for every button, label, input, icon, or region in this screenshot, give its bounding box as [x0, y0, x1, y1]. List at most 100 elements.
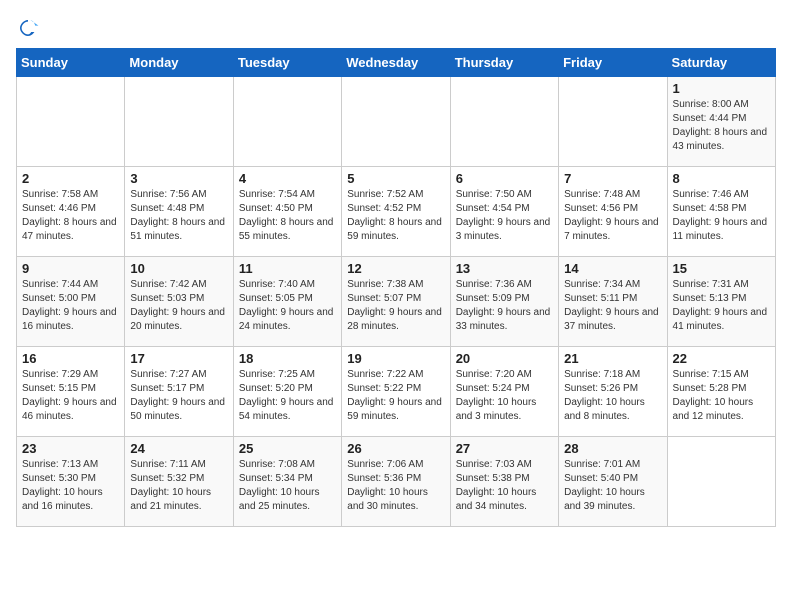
- day-number: 24: [130, 441, 227, 456]
- day-number: 9: [22, 261, 119, 276]
- week-row-4: 16 Sunrise: 7:29 AM Sunset: 5:15 PM Dayli…: [17, 347, 776, 437]
- day-info: Sunrise: 7:15 AM Sunset: 5:28 PM Dayligh…: [673, 368, 770, 424]
- day-number: 1: [673, 81, 770, 96]
- day-number: 17: [130, 351, 227, 366]
- logo-icon: [16, 16, 40, 40]
- day-info: Sunrise: 8:00 AM Sunset: 4:44 PM Dayligh…: [673, 98, 770, 154]
- week-row-5: 23 Sunrise: 7:13 AM Sunset: 5:30 PM Dayli…: [17, 437, 776, 527]
- day-info: Sunrise: 7:11 AM Sunset: 5:32 PM Dayligh…: [130, 458, 227, 514]
- day-cell: [450, 77, 558, 167]
- day-number: 4: [239, 171, 336, 186]
- day-cell: [125, 77, 233, 167]
- header-tuesday: Tuesday: [233, 49, 341, 77]
- day-cell: 27 Sunrise: 7:03 AM Sunset: 5:38 PM Dayli…: [450, 437, 558, 527]
- day-info: Sunrise: 7:56 AM Sunset: 4:48 PM Dayligh…: [130, 188, 227, 244]
- week-row-2: 2 Sunrise: 7:58 AM Sunset: 4:46 PM Daylig…: [17, 167, 776, 257]
- day-cell: 13 Sunrise: 7:36 AM Sunset: 5:09 PM Dayli…: [450, 257, 558, 347]
- day-cell: 21Sunrise: 7:18 AM Sunset: 5:26 PM Dayli…: [559, 347, 667, 437]
- day-number: 20: [456, 351, 553, 366]
- day-info: Sunrise: 7:46 AM Sunset: 4:58 PM Dayligh…: [673, 188, 770, 244]
- day-info: Sunrise: 7:31 AM Sunset: 5:13 PM Dayligh…: [673, 278, 770, 334]
- page-header: [16, 16, 776, 40]
- day-cell: 12Sunrise: 7:38 AM Sunset: 5:07 PM Dayli…: [342, 257, 450, 347]
- header-thursday: Thursday: [450, 49, 558, 77]
- day-info: Sunrise: 7:34 AM Sunset: 5:11 PM Dayligh…: [564, 278, 661, 334]
- header-saturday: Saturday: [667, 49, 775, 77]
- day-number: 28: [564, 441, 661, 456]
- day-info: Sunrise: 7:50 AM Sunset: 4:54 PM Dayligh…: [456, 188, 553, 244]
- day-info: Sunrise: 7:06 AM Sunset: 5:36 PM Dayligh…: [347, 458, 444, 514]
- week-row-1: 1 Sunrise: 8:00 AM Sunset: 4:44 PM Daylig…: [17, 77, 776, 167]
- day-cell: 5 Sunrise: 7:52 AM Sunset: 4:52 PM Daylig…: [342, 167, 450, 257]
- day-cell: 23 Sunrise: 7:13 AM Sunset: 5:30 PM Dayli…: [17, 437, 125, 527]
- calendar-table: SundayMondayTuesdayWednesdayThursdayFrid…: [16, 48, 776, 527]
- header-monday: Monday: [125, 49, 233, 77]
- day-cell: 14 Sunrise: 7:34 AM Sunset: 5:11 PM Dayli…: [559, 257, 667, 347]
- day-info: Sunrise: 7:22 AM Sunset: 5:22 PM Dayligh…: [347, 368, 444, 424]
- day-cell: 20 Sunrise: 7:20 AM Sunset: 5:24 PM Dayli…: [450, 347, 558, 437]
- day-number: 25: [239, 441, 336, 456]
- day-cell: 4 Sunrise: 7:54 AM Sunset: 4:50 PM Daylig…: [233, 167, 341, 257]
- header-wednesday: Wednesday: [342, 49, 450, 77]
- day-cell: 11Sunrise: 7:40 AM Sunset: 5:05 PM Dayli…: [233, 257, 341, 347]
- day-cell: 24 Sunrise: 7:11 AM Sunset: 5:32 PM Dayli…: [125, 437, 233, 527]
- day-cell: [233, 77, 341, 167]
- day-info: Sunrise: 7:42 AM Sunset: 5:03 PM Dayligh…: [130, 278, 227, 334]
- day-cell: 17 Sunrise: 7:27 AM Sunset: 5:17 PM Dayli…: [125, 347, 233, 437]
- day-cell: [17, 77, 125, 167]
- day-info: Sunrise: 7:54 AM Sunset: 4:50 PM Dayligh…: [239, 188, 336, 244]
- day-cell: 2 Sunrise: 7:58 AM Sunset: 4:46 PM Daylig…: [17, 167, 125, 257]
- logo: [16, 16, 44, 40]
- day-info: Sunrise: 7:52 AM Sunset: 4:52 PM Dayligh…: [347, 188, 444, 244]
- header-sunday: Sunday: [17, 49, 125, 77]
- header-row: SundayMondayTuesdayWednesdayThursdayFrid…: [17, 49, 776, 77]
- day-info: Sunrise: 7:48 AM Sunset: 4:56 PM Dayligh…: [564, 188, 661, 244]
- day-number: 26: [347, 441, 444, 456]
- day-number: 3: [130, 171, 227, 186]
- day-info: Sunrise: 7:01 AM Sunset: 5:40 PM Dayligh…: [564, 458, 661, 514]
- day-cell: 9 Sunrise: 7:44 AM Sunset: 5:00 PM Daylig…: [17, 257, 125, 347]
- day-number: 12: [347, 261, 444, 276]
- day-number: 11: [239, 261, 336, 276]
- day-cell: [559, 77, 667, 167]
- day-info: Sunrise: 7:18 AM Sunset: 5:26 PM Dayligh…: [564, 368, 661, 424]
- day-number: 22: [673, 351, 770, 366]
- day-cell: 22 Sunrise: 7:15 AM Sunset: 5:28 PM Dayli…: [667, 347, 775, 437]
- week-row-3: 9 Sunrise: 7:44 AM Sunset: 5:00 PM Daylig…: [17, 257, 776, 347]
- day-cell: 10 Sunrise: 7:42 AM Sunset: 5:03 PM Dayli…: [125, 257, 233, 347]
- day-info: Sunrise: 7:29 AM Sunset: 5:15 PM Dayligh…: [22, 368, 119, 424]
- day-number: 13: [456, 261, 553, 276]
- day-info: Sunrise: 7:44 AM Sunset: 5:00 PM Dayligh…: [22, 278, 119, 334]
- day-number: 27: [456, 441, 553, 456]
- day-cell: 15Sunrise: 7:31 AM Sunset: 5:13 PM Dayli…: [667, 257, 775, 347]
- day-number: 8: [673, 171, 770, 186]
- day-cell: 1 Sunrise: 8:00 AM Sunset: 4:44 PM Daylig…: [667, 77, 775, 167]
- day-number: 16: [22, 351, 119, 366]
- day-cell: 6Sunrise: 7:50 AM Sunset: 4:54 PM Daylig…: [450, 167, 558, 257]
- day-number: 10: [130, 261, 227, 276]
- day-cell: 18Sunrise: 7:25 AM Sunset: 5:20 PM Dayli…: [233, 347, 341, 437]
- day-info: Sunrise: 7:08 AM Sunset: 5:34 PM Dayligh…: [239, 458, 336, 514]
- header-friday: Friday: [559, 49, 667, 77]
- day-number: 7: [564, 171, 661, 186]
- day-number: 14: [564, 261, 661, 276]
- day-info: Sunrise: 7:25 AM Sunset: 5:20 PM Dayligh…: [239, 368, 336, 424]
- day-info: Sunrise: 7:27 AM Sunset: 5:17 PM Dayligh…: [130, 368, 227, 424]
- day-info: Sunrise: 7:13 AM Sunset: 5:30 PM Dayligh…: [22, 458, 119, 514]
- day-cell: 7 Sunrise: 7:48 AM Sunset: 4:56 PM Daylig…: [559, 167, 667, 257]
- day-number: 2: [22, 171, 119, 186]
- day-number: 5: [347, 171, 444, 186]
- day-cell: 28 Sunrise: 7:01 AM Sunset: 5:40 PM Dayli…: [559, 437, 667, 527]
- day-cell: 16 Sunrise: 7:29 AM Sunset: 5:15 PM Dayli…: [17, 347, 125, 437]
- day-cell: 26 Sunrise: 7:06 AM Sunset: 5:36 PM Dayli…: [342, 437, 450, 527]
- day-cell: 19 Sunrise: 7:22 AM Sunset: 5:22 PM Dayli…: [342, 347, 450, 437]
- day-cell: 25 Sunrise: 7:08 AM Sunset: 5:34 PM Dayli…: [233, 437, 341, 527]
- day-info: Sunrise: 7:36 AM Sunset: 5:09 PM Dayligh…: [456, 278, 553, 334]
- day-cell: 8 Sunrise: 7:46 AM Sunset: 4:58 PM Daylig…: [667, 167, 775, 257]
- day-info: Sunrise: 7:20 AM Sunset: 5:24 PM Dayligh…: [456, 368, 553, 424]
- day-info: Sunrise: 7:58 AM Sunset: 4:46 PM Dayligh…: [22, 188, 119, 244]
- day-number: 19: [347, 351, 444, 366]
- day-number: 23: [22, 441, 119, 456]
- day-info: Sunrise: 7:03 AM Sunset: 5:38 PM Dayligh…: [456, 458, 553, 514]
- day-cell: [342, 77, 450, 167]
